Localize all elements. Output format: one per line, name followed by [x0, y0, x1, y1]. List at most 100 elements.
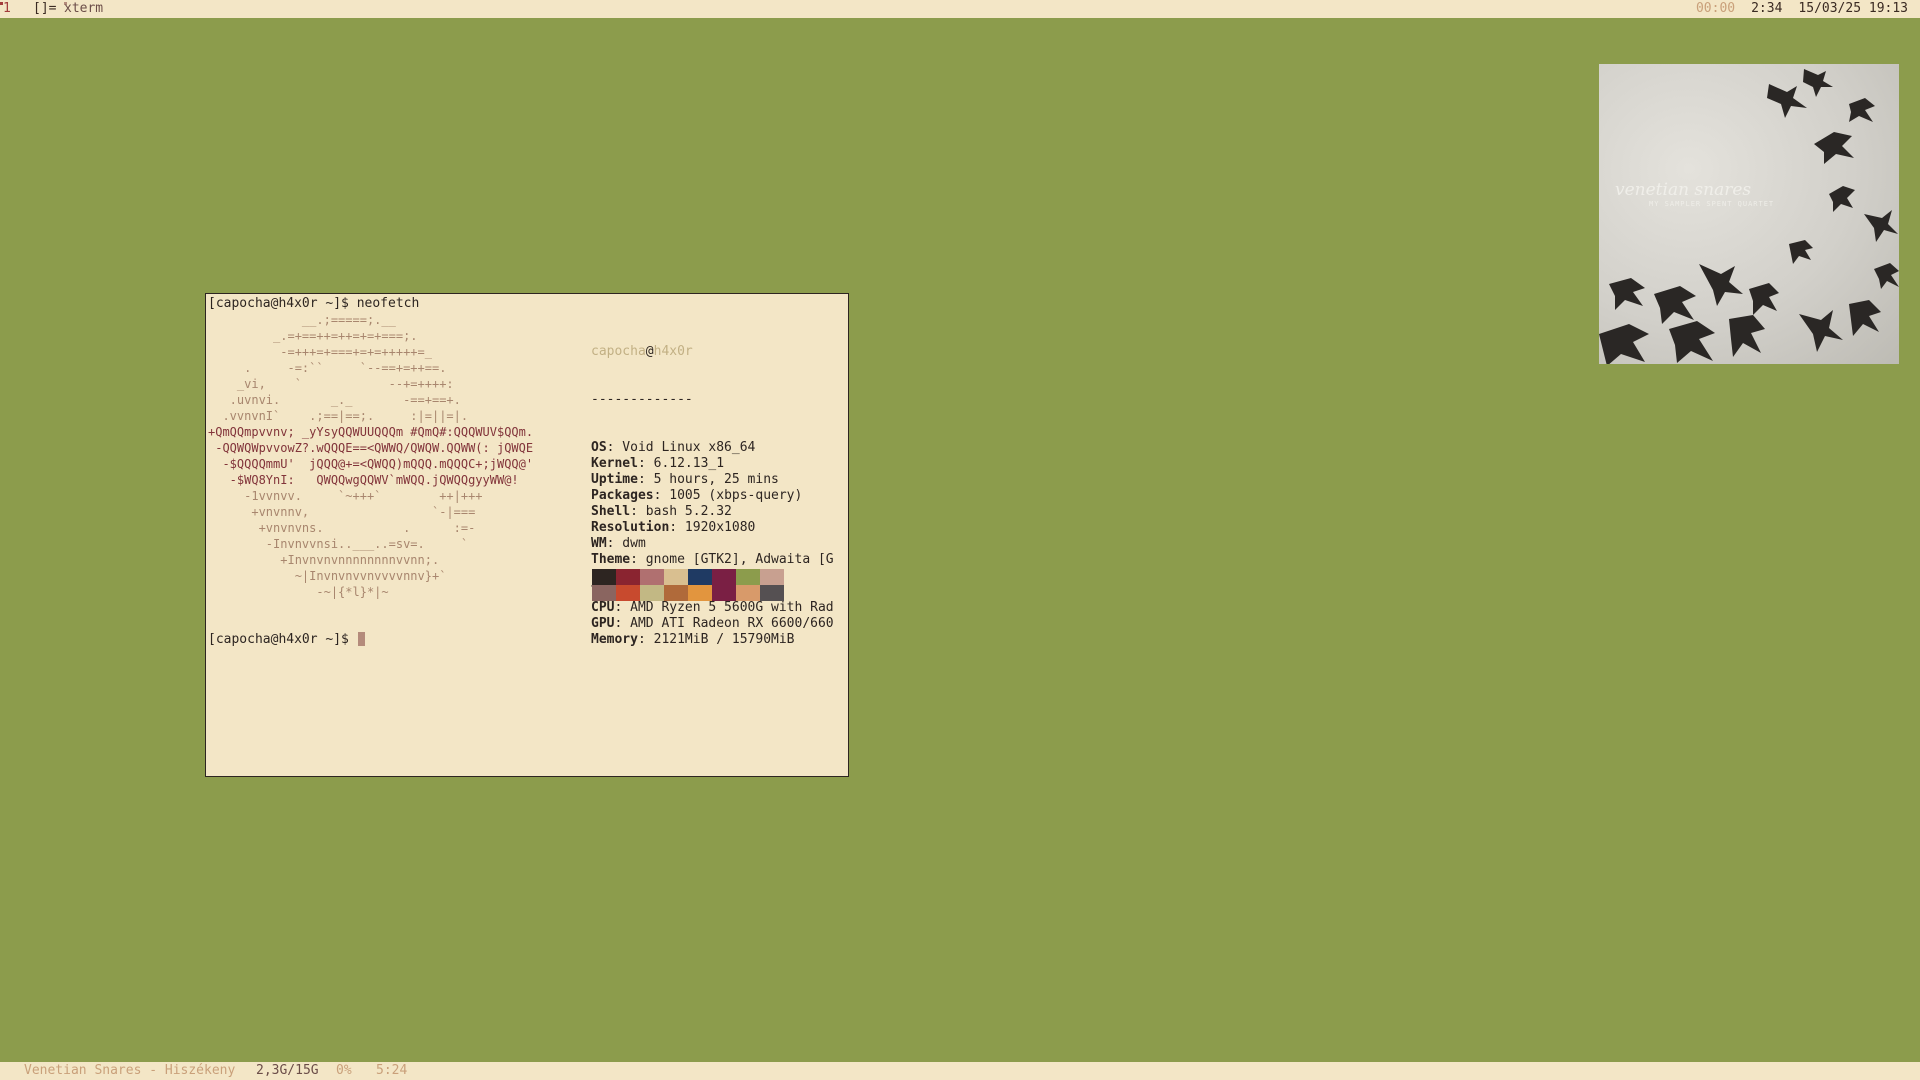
info-row: CPU: AMD Ryzen 5 5600G with Rad	[591, 600, 834, 616]
album-name-text: MY SAMPLER SPENT QUARTET	[1649, 200, 1775, 208]
info-value: : Void Linux x86_64	[606, 440, 756, 455]
timer-status: 00:00	[1695, 1, 1736, 16]
info-key: Packages	[591, 488, 654, 503]
album-artist-text: venetian snares	[1615, 180, 1752, 200]
ascii-line: .vvnvnI` .;==|==;. :|=||=|.	[208, 409, 469, 423]
ascii-line: __.;=====;.__	[208, 313, 396, 327]
info-key: Memory	[591, 632, 638, 647]
terminal-command-line: [capocha@h4x0r ~]$ neofetch	[208, 296, 420, 311]
neofetch-info: capocha@h4x0r ------------- OS: Void Lin…	[591, 312, 834, 680]
ascii-line: +QmQQmpvvnv; _yYsyQQWUUQQQm #QmQ#:QQQWUV…	[208, 425, 534, 439]
info-row: Kernel: 6.12.13_1	[591, 456, 834, 472]
info-key: Shell	[591, 504, 631, 519]
color-swatch	[736, 585, 760, 601]
info-rows: OS: Void Linux x86_64 Kernel: 6.12.13_1 Up…	[591, 440, 834, 648]
album-art-window[interactable]: venetian snares MY SAMPLER SPENT QUARTET	[1599, 64, 1899, 364]
info-value: : AMD Ryzen 5 5600G with Rad	[614, 600, 834, 615]
top-bar: 1 []= xterm 00:00 2:34 15/03/25 19:13	[0, 0, 1920, 18]
separator-line: -------------	[591, 392, 693, 407]
hostname: h4x0r	[653, 344, 693, 359]
ascii-line: -Invnvvnsi..___..=sv=. `	[208, 537, 469, 551]
color-swatch	[616, 569, 640, 585]
info-row: Memory: 2121MiB / 15790MiB	[591, 632, 834, 648]
birds-icon	[1599, 69, 1899, 364]
info-key: Theme	[591, 552, 631, 567]
info-row: Uptime: 5 hours, 25 mins	[591, 472, 834, 488]
status-area: 00:00 2:34 15/03/25 19:13	[1696, 0, 1908, 18]
ascii-line: -~|{*l}*|~	[208, 585, 389, 599]
info-row: WM: dwm	[591, 536, 834, 552]
color-swatch	[592, 585, 616, 601]
prompt-text: [capocha@h4x0r ~]$	[208, 632, 357, 647]
info-row: OS: Void Linux x86_64	[591, 440, 834, 456]
ascii-line: -$WQ8YnI: QWQQwgQQWV`mWQQ.jQWQQgyyWW@!	[208, 473, 519, 487]
track-time-text: 5:24	[376, 1063, 408, 1078]
username: capocha	[591, 344, 646, 359]
window-title: xterm	[64, 1, 104, 16]
info-row: Resolution: 1920x1080	[591, 520, 834, 536]
color-swatch	[760, 569, 784, 585]
xterm-window[interactable]: [capocha@h4x0r ~]$ neofetch __.;=====;._…	[205, 293, 849, 777]
palette-row-2	[592, 585, 784, 601]
color-swatch	[712, 569, 736, 585]
ascii-line: _vi, ` --+=++++:	[208, 377, 454, 391]
ascii-line: -=+++=+===+=+=+++++=_	[208, 345, 432, 359]
color-swatch	[688, 569, 712, 585]
info-value: : dwm	[606, 536, 646, 551]
now-playing-text: Venetian Snares - Hiszékeny	[24, 1063, 236, 1078]
ascii-line: +vnvnvns. . :=-	[208, 521, 476, 535]
info-row: GPU: AMD ATI Radeon RX 6600/660	[591, 616, 834, 632]
neofetch-ascii-logo: __.;=====;.__ _.=+==++=++=+=+===;. -=+++…	[208, 312, 533, 600]
color-palette	[592, 569, 784, 601]
ascii-line: _.=+==++=++=+=+===;.	[208, 329, 418, 343]
info-key: Uptime	[591, 472, 638, 487]
layout-indicator[interactable]: []=	[33, 0, 56, 18]
color-swatch	[664, 585, 688, 601]
user-host-line: capocha@h4x0r	[591, 344, 834, 360]
info-row: Theme: gnome [GTK2], Adwaita [G	[591, 552, 834, 568]
ascii-line: +Invnvnvnnnnnnnnvvnn;.	[208, 553, 440, 567]
color-swatch	[664, 569, 688, 585]
info-value: : 1005 (xbps-query)	[653, 488, 803, 503]
ascii-line: +vnvnnv, `-|===	[208, 505, 476, 519]
bottom-bar: Venetian Snares - Hiszékeny 2,3G/15G 0% …	[0, 1062, 1920, 1080]
color-swatch	[712, 585, 736, 601]
terminal-prompt-line[interactable]: [capocha@h4x0r ~]$	[208, 632, 365, 648]
ascii-line: .uvnvi. _._ -==+==+.	[208, 393, 461, 407]
info-value: : 2121MiB / 15790MiB	[637, 632, 795, 647]
info-value: : 1920x1080	[669, 520, 756, 535]
info-key: OS	[591, 440, 607, 455]
info-key: Kernel	[591, 456, 638, 471]
color-swatch	[640, 585, 664, 601]
info-value: : AMD ATI Radeon RX 6600/660	[614, 616, 834, 631]
info-key: CPU	[591, 600, 615, 615]
info-value: : bash 5.2.32	[630, 504, 732, 519]
ascii-line: -$QQQQmmU' jQQQ@+=<QWQQ)mQQQ.mQQQC+;jWQQ…	[208, 457, 534, 471]
ascii-line: -1vvnvv. `~+++` ++|+++	[208, 489, 483, 503]
info-key: GPU	[591, 616, 615, 631]
ascii-line: . -=:`` `--==+=++==.	[208, 361, 447, 375]
uptime-status: 2:34	[1751, 1, 1783, 16]
datetime-status: 15/03/25 19:13	[1798, 1, 1908, 16]
color-swatch	[616, 585, 640, 601]
color-swatch	[688, 585, 712, 601]
ascii-line: -QQWQWpvvowZ?.wQQQE==<QWWQ/QWQW.QQWW(: j…	[208, 441, 534, 455]
info-value: : 6.12.13_1	[637, 456, 725, 471]
color-swatch	[592, 569, 616, 585]
palette-row-1	[592, 569, 784, 585]
color-swatch	[640, 569, 664, 585]
info-row: Packages: 1005 (xbps-query)	[591, 488, 834, 504]
color-swatch	[760, 585, 784, 601]
info-value: : 5 hours, 25 mins	[637, 472, 779, 487]
workspace-tag-1[interactable]: 1	[3, 0, 11, 18]
cpu-usage-text: 0%	[336, 1063, 352, 1078]
info-row: Shell: bash 5.2.32	[591, 504, 834, 520]
text-cursor	[357, 632, 365, 646]
info-key: WM	[591, 536, 607, 551]
color-swatch	[736, 569, 760, 585]
at-sign: @	[645, 344, 654, 359]
memory-usage-text: 2,3G/15G	[256, 1063, 319, 1078]
ascii-line: ~|Invnvnvvnvvvvnnv}+`	[208, 569, 447, 583]
info-value: : gnome [GTK2], Adwaita [G	[630, 552, 834, 567]
info-key: Resolution	[591, 520, 670, 535]
